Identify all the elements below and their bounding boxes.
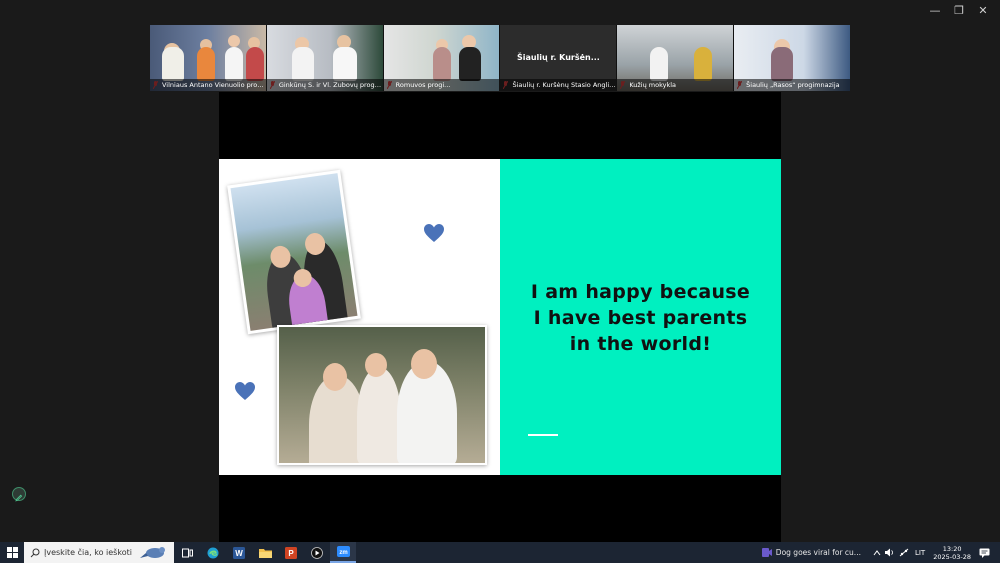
- slide-text-line: I have best parents: [533, 307, 748, 329]
- participant-tile[interactable]: Ginkūnų S. ir Vl. Zubovų progim...: [266, 25, 383, 91]
- slide-message: I am happy because I have best parents i…: [500, 279, 781, 357]
- clock-date: 2025-03-28: [933, 552, 971, 561]
- heart-icon: [424, 224, 444, 242]
- taskbar-app-edge[interactable]: [200, 542, 226, 563]
- play-icon: [311, 546, 323, 559]
- folder-icon: [258, 549, 272, 558]
- zoom-icon: zm: [336, 546, 350, 557]
- volume-icon[interactable]: [884, 548, 895, 557]
- participant-center-name: Šiaulių r. Kuršėn...: [516, 53, 600, 62]
- windows-taskbar: Įveskite čia, ko ieškoti W P zm Dog goes…: [0, 542, 1000, 563]
- taskbar-app-explorer[interactable]: [252, 542, 278, 563]
- bird-decoration-icon: [140, 547, 165, 558]
- clock[interactable]: 13:20 2025-03-28: [933, 545, 971, 561]
- slide-text-panel: I am happy because I have best parents i…: [500, 159, 781, 475]
- decorative-line: [528, 434, 558, 436]
- family-photo-bridge: [277, 325, 487, 465]
- minimize-button[interactable]: —: [924, 4, 946, 18]
- input-language[interactable]: LIT: [915, 549, 925, 557]
- participant-name: Romuvos progi...: [383, 79, 500, 91]
- news-widget[interactable]: Dog goes viral for cu...: [761, 548, 861, 557]
- news-headline: Dog goes viral for cu...: [775, 548, 861, 557]
- task-view-button[interactable]: [174, 542, 200, 563]
- search-placeholder: Įveskite čia, ko ieškoti: [44, 548, 132, 557]
- word-icon: W: [233, 546, 245, 559]
- search-icon: [30, 548, 40, 557]
- annotate-button[interactable]: [12, 487, 26, 502]
- participant-name: Vilniaus Antano Vienuolio progi...: [150, 79, 266, 91]
- participant-tile[interactable]: Kužių mokykla: [617, 25, 734, 91]
- restore-button[interactable]: ❐: [948, 4, 970, 18]
- svg-text:P: P: [288, 549, 294, 558]
- participant-tile[interactable]: Šiaulių r. Kuršėn... Šiaulių r. Kuršėnų …: [500, 25, 617, 91]
- participant-tile-active-speaker[interactable]: Romuvos progi...: [383, 25, 500, 91]
- heart-icon: [235, 382, 255, 400]
- taskbar-app-media[interactable]: [304, 542, 330, 563]
- participant-strip: Vilniaus Antano Vienuolio progi... Ginkū…: [150, 25, 850, 91]
- slide-text-line: I am happy because: [530, 281, 751, 303]
- close-button[interactable]: ✕: [972, 4, 994, 18]
- participant-name: Šiaulių r. Kuršėnų Stasio Anglickio...: [500, 79, 617, 91]
- participant-name: Ginkūnų S. ir Vl. Zubovų progim...: [266, 79, 383, 91]
- start-button[interactable]: [0, 542, 24, 563]
- edge-icon: [207, 547, 219, 558]
- clock-time: 13:20: [942, 544, 962, 553]
- taskbar-app-powerpoint[interactable]: P: [278, 542, 304, 563]
- taskbar-app-word[interactable]: W: [226, 542, 252, 563]
- presentation-slide: I am happy because I have best parents i…: [219, 159, 781, 475]
- participant-tile[interactable]: Vilniaus Antano Vienuolio progi...: [150, 25, 266, 91]
- windows-logo-icon: [6, 547, 18, 558]
- system-tray: Dog goes viral for cu... LIT 13:20 2025-…: [761, 542, 1000, 563]
- pencil-icon: [15, 494, 23, 502]
- notifications-icon[interactable]: [979, 548, 990, 558]
- powerpoint-icon: P: [285, 546, 297, 559]
- window-controls: — ❐ ✕: [922, 4, 994, 18]
- taskbar-search[interactable]: Įveskite čia, ko ieškoti: [24, 542, 174, 563]
- participant-name: Šiaulių „Rasos“ progimnazija: [734, 79, 850, 91]
- svg-text:W: W: [235, 549, 243, 558]
- chevron-up-icon[interactable]: [873, 549, 881, 557]
- family-photo-mountains: [227, 169, 361, 335]
- task-view-icon: [181, 548, 193, 557]
- participant-name: Kužių mokykla: [617, 79, 734, 91]
- taskbar-app-zoom[interactable]: zm: [330, 542, 356, 563]
- svg-text:zm: zm: [339, 550, 347, 556]
- participant-tile[interactable]: Šiaulių „Rasos“ progimnazija: [734, 25, 850, 91]
- slide-photo-panel: [219, 159, 500, 475]
- video-news-icon: [761, 548, 772, 557]
- slide-text-line: in the world!: [569, 333, 712, 355]
- network-icon[interactable]: [899, 548, 909, 557]
